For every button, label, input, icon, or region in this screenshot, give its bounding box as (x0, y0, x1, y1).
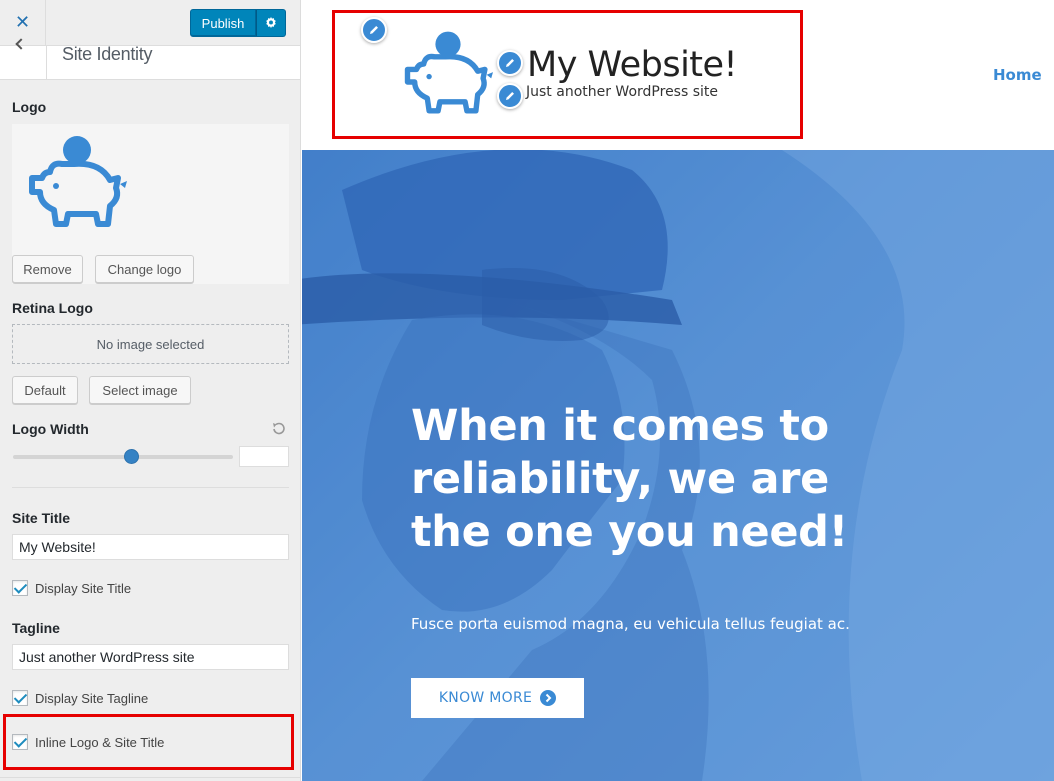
logo-width-label: Logo Width (12, 421, 89, 437)
hero-text: Fusce porta euismod magna, eu vehicula t… (411, 615, 850, 633)
back-button[interactable] (0, 38, 47, 80)
pencil-icon (506, 92, 514, 100)
display-site-title-checkbox[interactable] (12, 580, 28, 596)
close-customizer-button[interactable]: ✕ (0, 0, 46, 45)
display-site-title-row[interactable]: Display Site Title (12, 579, 131, 597)
tagline-label: Tagline (12, 620, 60, 636)
preview-site-tagline: Just another WordPress site (526, 84, 719, 100)
edit-tagline-pencil-icon[interactable] (497, 83, 523, 109)
logo-width-input[interactable] (239, 446, 289, 467)
gear-icon (266, 17, 276, 28)
section-header: Site Identity (0, 38, 300, 80)
publish-settings-button[interactable] (256, 9, 286, 37)
hero-heading: When it comes to reliability, we are the… (411, 401, 848, 557)
display-tagline-label: Display Site Tagline (35, 690, 149, 706)
site-title-input[interactable]: My Website! (12, 534, 289, 560)
inline-logo-checkbox[interactable] (12, 734, 28, 750)
select-image-button[interactable]: Select image (89, 376, 191, 404)
chevron-right-circle-icon (540, 690, 557, 706)
piggy-bank-icon (29, 136, 127, 227)
site-header: My Website! Just another WordPress site … (302, 0, 1054, 150)
edit-logo-pencil-icon[interactable] (361, 17, 387, 43)
logo-label: Logo (12, 99, 47, 115)
preview-site-title[interactable]: My Website! (527, 40, 738, 90)
nav-home-link[interactable]: Home (993, 66, 1042, 84)
edit-title-pencil-icon[interactable] (497, 50, 523, 76)
display-tagline-row[interactable]: Display Site Tagline (12, 689, 148, 707)
reset-icon[interactable] (271, 421, 287, 437)
know-more-button[interactable]: KNOW MORE (411, 678, 584, 718)
pencil-icon (370, 26, 378, 34)
retina-logo-label: Retina Logo (12, 300, 93, 316)
logo-width-slider-handle[interactable] (123, 449, 139, 464)
section-title: Site Identity (62, 44, 153, 64)
publish-button[interactable]: Publish (190, 9, 256, 37)
know-more-label: KNOW MORE (438, 690, 533, 706)
site-title-label: Site Title (12, 510, 71, 526)
display-site-title-label: Display Site Title (35, 580, 132, 596)
change-logo-button[interactable]: Change logo (95, 255, 194, 283)
tagline-input[interactable]: Just another WordPress site (12, 644, 289, 670)
site-preview: My Website! Just another WordPress site … (302, 0, 1054, 781)
hero-section: When it comes to reliability, we are the… (302, 150, 1054, 781)
pencil-icon (506, 59, 514, 67)
bottom-divider (0, 777, 300, 778)
customizer-topbar: ✕ Publish (0, 0, 300, 46)
remove-logo-button[interactable]: Remove (12, 255, 83, 283)
retina-image-placeholder[interactable]: No image selected (12, 324, 289, 364)
divider (12, 487, 289, 488)
site-logo-piggy-bank-icon[interactable] (398, 28, 498, 118)
customizer-sidebar: ✕ Publish Site Identity Logo Remove Chan… (0, 0, 301, 781)
inline-logo-row[interactable]: Inline Logo & Site Title (12, 733, 164, 751)
inline-logo-label: Inline Logo & Site Title (35, 734, 165, 750)
retina-default-button[interactable]: Default (12, 376, 78, 404)
display-tagline-checkbox[interactable] (12, 690, 28, 706)
